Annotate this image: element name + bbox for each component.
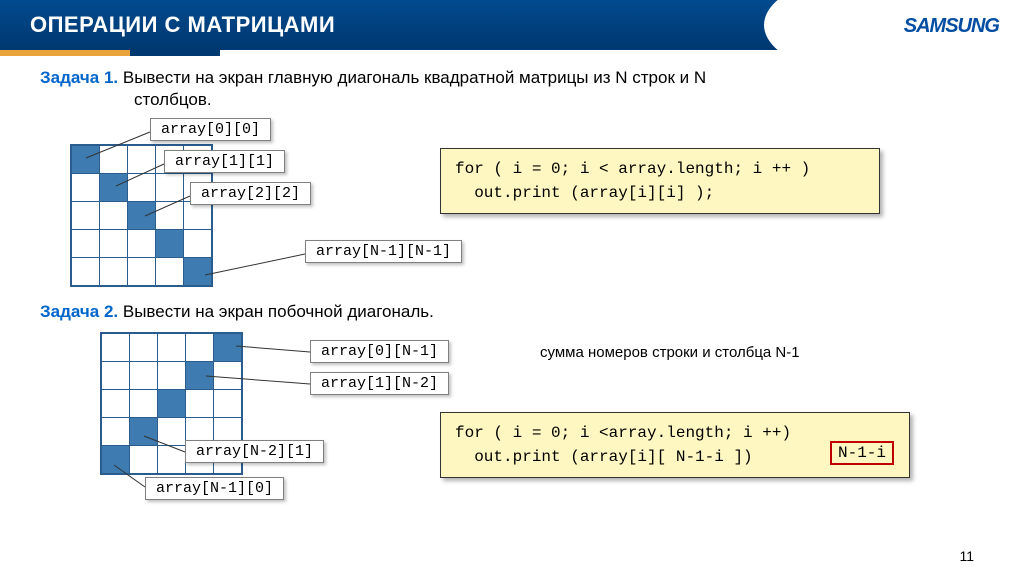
task1-label: Задача 1. xyxy=(40,68,118,87)
code2-line1: for ( i = 0; i <array.length; i ++) xyxy=(455,421,895,445)
callout-11: array[1][1] xyxy=(164,150,285,173)
callout-n21: array[N-2][1] xyxy=(185,440,324,463)
section1: array[0][0] array[1][1] array[2][2] arra… xyxy=(40,118,984,288)
callout-22: array[2][2] xyxy=(190,182,311,205)
page-number: 11 xyxy=(959,548,974,564)
callout-00: array[0][0] xyxy=(150,118,271,141)
task1-text-b: столбцов. xyxy=(40,90,984,110)
section2: array[0][N-1] array[1][N-2] array[N-2][1… xyxy=(40,332,984,522)
content: Задача 1. Вывести на экран главную диаго… xyxy=(0,56,1024,522)
task2-label: Задача 2. xyxy=(40,302,118,321)
task2-note: сумма номеров строки и столбца N-1 xyxy=(540,344,800,361)
code2-line2: out.print (array[i][ N-1-i ]) xyxy=(455,445,895,469)
highlight-n1i: N-1-i xyxy=(830,441,894,465)
codebox-1: for ( i = 0; i < array.length; i ++ ) ou… xyxy=(440,148,880,214)
task2-line: Задача 2. Вывести на экран побочной диаг… xyxy=(40,302,984,322)
callout-n10: array[N-1][0] xyxy=(145,477,284,500)
task1-line: Задача 1. Вывести на экран главную диаго… xyxy=(40,68,984,88)
samsung-logo: SAMSUNG xyxy=(904,15,999,38)
callout-1n2: array[1][N-2] xyxy=(310,372,449,395)
slide-header: ОПЕРАЦИИ С МАТРИЦАМИ SAMSUNG xyxy=(0,0,1024,50)
task2-text: Вывести на экран побочной диагональ. xyxy=(118,302,434,321)
callout-nn: array[N-1][N-1] xyxy=(305,240,462,263)
slide-title: ОПЕРАЦИИ С МАТРИЦАМИ xyxy=(30,12,335,38)
task1-text-a: Вывести на экран главную диагональ квадр… xyxy=(118,68,706,87)
code1-line1: for ( i = 0; i < array.length; i ++ ) xyxy=(455,157,865,181)
callout-0n1: array[0][N-1] xyxy=(310,340,449,363)
code1-line2: out.print (array[i][i] ); xyxy=(455,181,865,205)
